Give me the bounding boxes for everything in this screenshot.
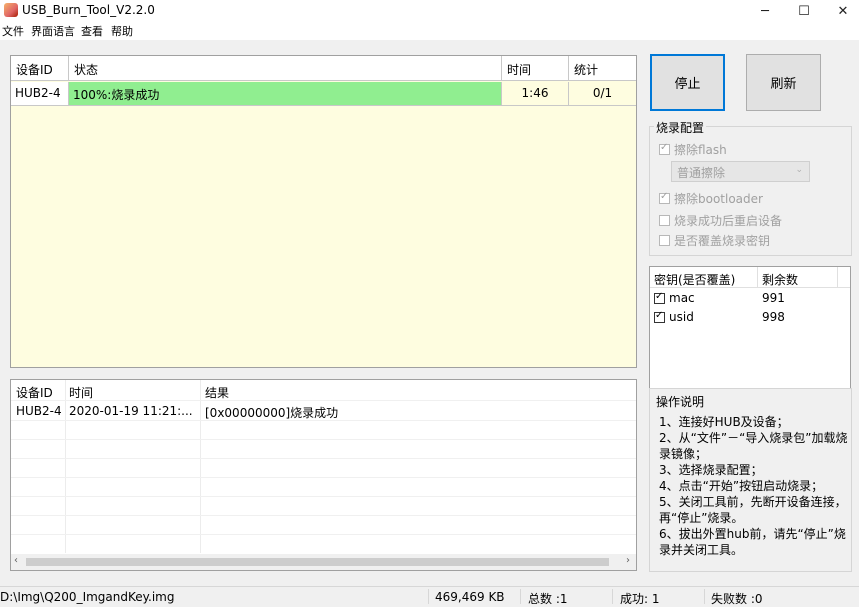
row-divider [11,515,636,516]
status-text: 100%:烧录成功 [73,88,160,102]
menu-bar: 文件 界面语言 查看 帮助 [0,22,859,40]
erase-flash-checkbox[interactable] [659,142,670,155]
status-cell[interactable]: 100%:烧录成功 [69,82,502,106]
window-title: USB_Burn_Tool_V2.2.0 [22,3,155,17]
status-bar: D:\Img\Q200_ImgandKey.img 469,469 KB 总数 … [0,586,859,606]
log-result[interactable]: [0x00000000]烧录成功 [205,404,338,421]
column-header-time[interactable]: 时间 [502,56,569,81]
instruction-line: 6、拔出外置hub前，请先“停止”烧录并关闭工具。 [659,527,846,557]
maximize-button[interactable]: ☐ [784,0,824,22]
horizontal-scrollbar[interactable]: ‹ › [11,554,636,570]
overwrite-key-checkbox[interactable] [659,235,670,246]
erase-bootloader-option[interactable]: 擦除bootloader [659,190,763,207]
column-header-status[interactable]: 状态 [69,56,502,81]
scroll-left-icon[interactable]: ‹ [14,555,18,566]
chevron-down-icon: ⌄ [795,165,803,175]
close-button[interactable]: ✕ [823,0,859,22]
key-name: mac [669,291,695,305]
row-divider [11,439,636,440]
refresh-button[interactable]: 刷新 [746,54,821,111]
device-grid[interactable]: 设备ID 状态 时间 统计 HUB2-4 100%:烧录成功 1:46 0/1 [10,55,637,368]
header-divider [837,267,838,288]
status-separator [612,589,613,604]
erase-flash-option[interactable]: 擦除flash [659,141,727,158]
restart-after-checkbox[interactable] [659,215,670,226]
column-header-result[interactable]: 结果 [205,384,229,401]
restart-after-label: 烧录成功后重启设备 [674,214,783,228]
instructions-group: 操作说明 1、连接好HUB及设备； 2、从“文件”－“导入烧录包”加载烧录镜像；… [649,388,852,572]
log-time[interactable]: 2020-01-19 11:21:... [69,404,193,418]
row-divider [11,496,636,497]
stop-button[interactable]: 停止 [650,54,725,111]
column-header-key[interactable]: 密钥(是否覆盖) [654,271,735,288]
instructions-text: 1、连接好HUB及设备； 2、从“文件”－“导入烧录包”加载烧录镜像； 3、选择… [659,414,851,558]
menu-file[interactable]: 文件 [2,23,24,39]
key-row-mac[interactable]: mac [654,291,695,305]
status-separator [704,589,705,604]
column-header-device-id[interactable]: 设备ID [16,384,53,401]
instruction-line: 2、从“文件”－“导入烧录包”加载烧录镜像； [659,431,848,461]
column-header-remaining[interactable]: 剩余数 [762,271,798,288]
time-cell[interactable]: 1:46 [502,82,569,106]
menu-view[interactable]: 查看 [81,23,103,39]
stats-cell[interactable]: 0/1 [569,82,636,106]
restart-after-option[interactable]: 烧录成功后重启设备 [659,212,782,229]
success-count: 成功: 1 [620,592,660,606]
column-divider [65,380,66,553]
erase-bootloader-label: 擦除bootloader [674,192,763,206]
column-header-time[interactable]: 时间 [69,384,93,401]
image-size: 469,469 KB [435,590,505,604]
log-device-id[interactable]: HUB2-4 [16,404,62,418]
burn-config-title: 烧录配置 [654,119,707,136]
row-divider [11,400,636,401]
status-separator [428,589,429,604]
scroll-right-icon[interactable]: › [626,555,630,566]
app-icon [4,3,18,17]
total-count: 总数 :1 [528,592,568,606]
menu-language[interactable]: 界面语言 [31,23,75,39]
scrollbar-thumb[interactable] [26,558,609,566]
menu-help[interactable]: 帮助 [111,23,133,39]
instruction-line: 5、关闭工具前，先断开设备连接，再“停止”烧录。 [659,495,847,525]
row-divider [11,458,636,459]
key-row-usid[interactable]: usid [654,310,694,324]
instructions-title: 操作说明 [654,393,707,410]
erase-flash-label: 擦除flash [674,143,727,157]
column-divider [200,380,201,553]
overwrite-key-label: 是否覆盖烧录密钥 [674,234,771,248]
erase-bootloader-checkbox[interactable] [659,191,670,204]
key-list[interactable]: 密钥(是否覆盖) 剩余数 mac 991 usid 998 [649,266,851,389]
image-path: D:\Img\Q200_ImgandKey.img [0,590,175,604]
column-header-stats[interactable]: 统计 [569,56,636,81]
title-bar: USB_Burn_Tool_V2.2.0 ─ ☐ ✕ [0,0,859,22]
row-divider [11,534,636,535]
erase-mode-select[interactable]: 普通擦除 ⌄ [671,161,810,182]
instruction-line: 3、选择烧录配置； [659,463,763,477]
row-divider [11,477,636,478]
key-remaining: 991 [762,291,785,305]
log-table[interactable]: 设备ID 时间 结果 HUB2-4 2020-01-19 11:21:... [… [10,379,637,571]
overwrite-key-option[interactable]: 是否覆盖烧录密钥 [659,232,770,249]
key-name: usid [669,310,694,324]
column-header-device-id[interactable]: 设备ID [11,56,69,81]
key-usid-checkbox[interactable] [654,310,665,323]
key-mac-checkbox[interactable] [654,291,665,304]
erase-mode-value: 普通擦除 [677,166,726,180]
instruction-line: 1、连接好HUB及设备； [659,415,789,429]
key-remaining: 998 [762,310,785,324]
header-divider [757,267,758,288]
minimize-button[interactable]: ─ [745,0,785,22]
status-separator [520,589,521,604]
device-id-cell[interactable]: HUB2-4 [11,82,69,106]
instruction-line: 4、点击“开始”按钮启动烧录； [659,479,824,493]
failed-count: 失败数 :0 [711,592,763,606]
